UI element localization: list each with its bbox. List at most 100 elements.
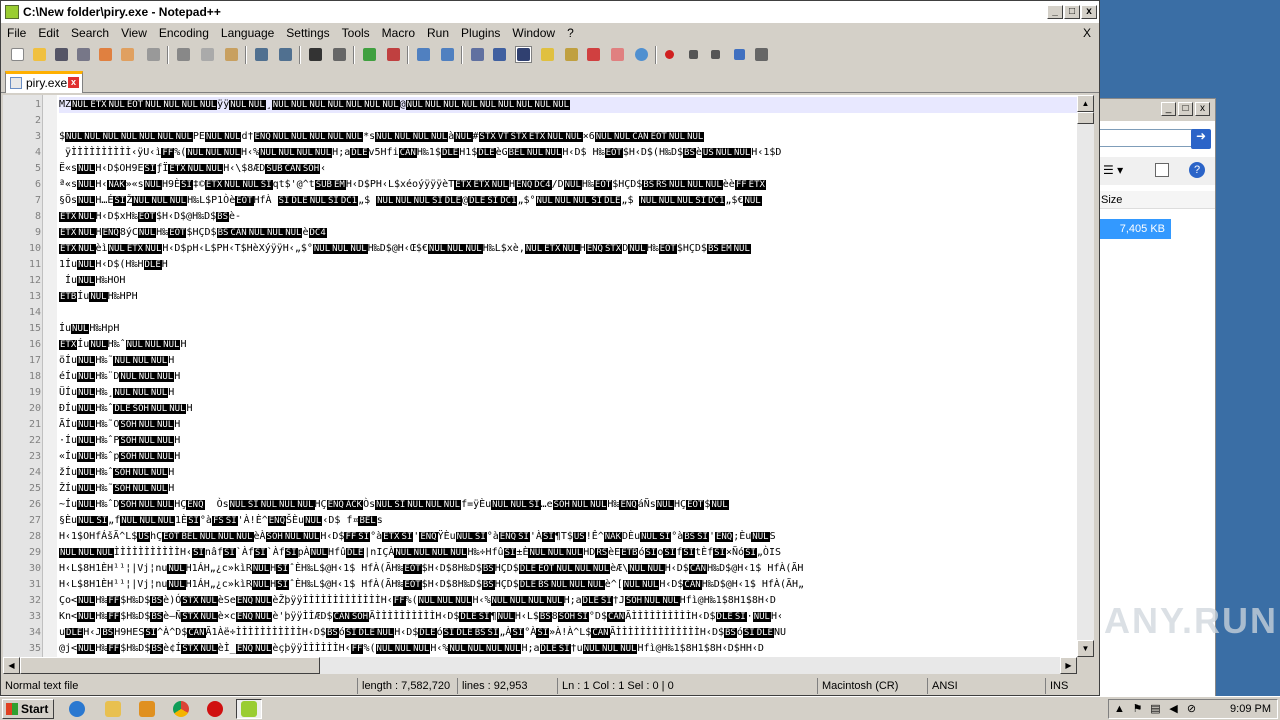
toolbar-separator <box>245 46 247 64</box>
scroll-left-arrow[interactable]: ◀ <box>3 657 20 674</box>
view-menu-icon[interactable]: ☰ ▾ <box>1103 163 1123 177</box>
windows-logo-icon <box>6 703 18 715</box>
undo-icon[interactable] <box>253 46 270 63</box>
tab-piry-exe[interactable]: piry.exe x <box>5 71 83 93</box>
function-list-icon[interactable] <box>563 46 580 63</box>
minimize-button[interactable]: _ <box>1161 102 1176 116</box>
menu-search[interactable]: Search <box>65 23 115 43</box>
chrome-icon[interactable] <box>168 699 194 719</box>
document-map-icon[interactable] <box>539 46 556 63</box>
horizontal-scrollbar[interactable]: ◀ ▶ <box>3 657 1077 674</box>
vertical-scroll-thumb[interactable] <box>1077 112 1094 124</box>
menu-settings[interactable]: Settings <box>280 23 335 43</box>
tab-close-icon[interactable]: x <box>68 77 79 88</box>
zoom-out-icon[interactable] <box>385 46 402 63</box>
save-macro-icon[interactable] <box>753 46 770 63</box>
menu-file[interactable]: File <box>1 23 32 43</box>
menu-help[interactable]: ? <box>561 23 580 43</box>
explorer-folder-icon[interactable] <box>100 699 126 719</box>
scroll-down-arrow[interactable]: ▼ <box>1077 640 1094 657</box>
stop-macro-icon[interactable] <box>685 46 702 63</box>
start-button[interactable]: Start <box>2 699 54 719</box>
size-column-header[interactable]: Size <box>1099 191 1215 209</box>
go-icon[interactable]: ➜ <box>1191 129 1211 149</box>
line-number: 34 <box>28 627 41 638</box>
maximize-button[interactable]: □ <box>1178 102 1193 116</box>
close-document-button[interactable]: X <box>1083 23 1091 43</box>
find-icon[interactable] <box>307 46 324 63</box>
line-number: 28 <box>28 531 41 542</box>
redo-icon[interactable] <box>277 46 294 63</box>
menu-edit[interactable]: Edit <box>32 23 65 43</box>
maximize-button[interactable]: □ <box>1064 5 1080 19</box>
menu-view[interactable]: View <box>115 23 153 43</box>
preview-pane-icon[interactable] <box>1155 163 1169 177</box>
menu-macro[interactable]: Macro <box>376 23 421 43</box>
cut-icon[interactable] <box>175 46 192 63</box>
monitoring-icon[interactable] <box>609 46 626 63</box>
menu-encoding[interactable]: Encoding <box>153 23 215 43</box>
sync-horizontal-icon[interactable] <box>439 46 456 63</box>
notepadpp-taskbar-icon[interactable] <box>236 699 262 719</box>
replace-icon[interactable] <box>331 46 348 63</box>
line-number: 3 <box>34 131 41 142</box>
zoom-in-icon[interactable] <box>361 46 378 63</box>
network-icon[interactable]: ▤ <box>1149 703 1162 716</box>
eye-icon[interactable] <box>633 46 650 63</box>
editor-line: @j<NULH‰FF$H‰D$BSè¢ÍSTX NULèÌ_ENQ NULèçþÿÿ… <box>59 643 764 654</box>
editor-area[interactable]: 1 2 3 4 5 6 7 8 9 10 11 12 13 14 15 16 17 18 19 20 21 22 23 24 2… <box>3 95 1077 657</box>
save-all-icon[interactable] <box>75 46 92 63</box>
menu-run[interactable]: Run <box>421 23 455 43</box>
minimize-button[interactable]: _ <box>1047 5 1063 19</box>
power-icon[interactable]: ⊘ <box>1185 703 1198 716</box>
scroll-right-arrow[interactable]: ▶ <box>1060 657 1077 674</box>
action-center-icon[interactable]: ⚑ <box>1131 703 1144 716</box>
close-all-icon[interactable] <box>119 46 136 63</box>
explorer-toolbar: ☰ ▾ ? <box>1099 157 1215 185</box>
show-hidden-icons-icon[interactable]: ▲ <box>1113 703 1126 716</box>
folder-as-workspace-icon[interactable] <box>585 46 602 63</box>
editor-line: žÍuNULH‰ˆSOH NUL NULH <box>59 467 175 478</box>
close-button[interactable]: x <box>1195 102 1210 116</box>
editor-line: uDLEH‹JBSH9HESSI^À^D$CANÃ1Àë÷ÌÌÌÌÌÌÌÌÌÌÌ… <box>59 627 787 638</box>
status-lines: lines : 92,953 <box>457 678 557 694</box>
new-file-icon[interactable] <box>9 46 26 63</box>
help-icon[interactable]: ? <box>1189 162 1205 178</box>
close-file-icon[interactable] <box>97 46 114 63</box>
paste-icon[interactable] <box>223 46 240 63</box>
indent-guide-icon[interactable] <box>515 46 532 63</box>
save-icon[interactable] <box>53 46 70 63</box>
editor-line: öÍuNULH‰˜NUL NUL NULH <box>59 355 175 366</box>
menu-plugins[interactable]: Plugins <box>455 23 506 43</box>
editor-line: NUL NUL NULÌÌÌÌÌÌÌÌÌÌÌH‹SInâfSI`ÀfSI`ÀfSIp… <box>59 547 781 558</box>
media-player-icon[interactable] <box>134 699 160 719</box>
line-number: 18 <box>28 371 41 382</box>
editor-line: ETX NULHENQ8ýCNULH‰EOT$HÇD$BS CAN NUL NUL NUL… <box>59 227 327 238</box>
volume-icon[interactable]: ◀ <box>1167 703 1180 716</box>
clock[interactable]: 9:09 PM <box>1230 700 1271 718</box>
close-button[interactable]: x <box>1081 5 1097 19</box>
vertical-scrollbar[interactable]: ▲ ▼ <box>1077 95 1094 657</box>
menu-window[interactable]: Window <box>506 23 561 43</box>
run-macro-multiple-icon[interactable] <box>731 46 748 63</box>
line-number: 29 <box>28 547 41 558</box>
menu-language[interactable]: Language <box>215 23 280 43</box>
record-macro-icon[interactable] <box>661 46 678 63</box>
play-macro-icon[interactable] <box>707 46 724 63</box>
status-file-type: Normal text file <box>5 680 79 692</box>
internet-explorer-icon[interactable] <box>64 699 90 719</box>
address-bar[interactable] <box>1099 129 1195 147</box>
selected-file-size[interactable]: 7,405 KB <box>1099 219 1171 239</box>
print-icon[interactable] <box>145 46 162 63</box>
opera-icon[interactable] <box>202 699 228 719</box>
open-file-icon[interactable] <box>31 46 48 63</box>
word-wrap-icon[interactable] <box>469 46 486 63</box>
scroll-up-arrow[interactable]: ▲ <box>1077 95 1094 112</box>
sync-vertical-icon[interactable] <box>415 46 432 63</box>
copy-icon[interactable] <box>199 46 216 63</box>
show-all-characters-icon[interactable] <box>491 46 508 63</box>
horizontal-scroll-thumb[interactable] <box>20 657 320 674</box>
menu-tools[interactable]: Tools <box>336 23 376 43</box>
line-number: 30 <box>28 563 41 574</box>
editor-line: H‹L$8H1ÈH¹¹¦|Vj¦nuNULH1ÁH„¿c»kìRNULHSIˆÈ… <box>59 579 805 590</box>
